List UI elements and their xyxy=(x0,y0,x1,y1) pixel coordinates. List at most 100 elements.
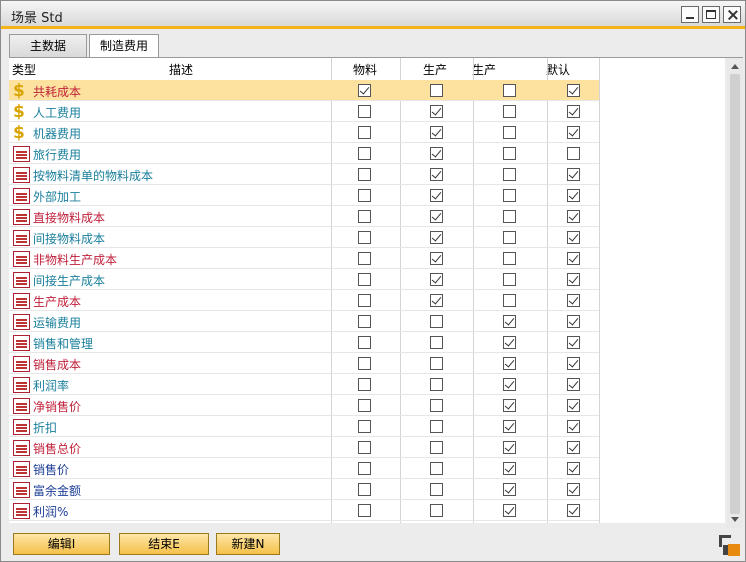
checkbox[interactable] xyxy=(430,84,443,97)
checkbox[interactable] xyxy=(358,504,371,517)
row-label[interactable]: 生产成本 xyxy=(33,293,81,310)
row-label[interactable]: 间接物料成本 xyxy=(33,230,105,247)
table-row[interactable]: 利润率 xyxy=(9,374,599,395)
row-label[interactable]: 销售价 xyxy=(33,461,69,478)
checkbox[interactable] xyxy=(503,420,516,433)
checkbox[interactable] xyxy=(358,273,371,286)
checkbox[interactable] xyxy=(503,168,516,181)
checkbox[interactable] xyxy=(358,336,371,349)
checkbox[interactable] xyxy=(358,378,371,391)
checkbox[interactable] xyxy=(567,210,580,223)
checkbox[interactable] xyxy=(358,105,371,118)
checkbox[interactable] xyxy=(358,147,371,160)
tab-master-data[interactable]: 主数据 xyxy=(9,34,87,58)
checkbox[interactable] xyxy=(358,441,371,454)
checkbox[interactable] xyxy=(503,252,516,265)
checkbox[interactable] xyxy=(358,357,371,370)
checkbox[interactable] xyxy=(430,126,443,139)
table-row[interactable]: 外部加工 xyxy=(9,185,599,206)
checkbox[interactable] xyxy=(503,441,516,454)
checkbox[interactable] xyxy=(358,84,371,97)
new-button[interactable]: 新建N xyxy=(216,533,280,555)
checkbox[interactable] xyxy=(358,189,371,202)
checkbox[interactable] xyxy=(567,357,580,370)
row-label[interactable]: 销售总价 xyxy=(33,440,81,457)
row-label[interactable]: 净销售价 xyxy=(33,398,81,415)
checkbox[interactable] xyxy=(430,294,443,307)
row-label[interactable]: 非物料生产成本 xyxy=(33,251,117,268)
checkbox[interactable] xyxy=(358,420,371,433)
checkbox[interactable] xyxy=(567,294,580,307)
checkbox[interactable] xyxy=(358,294,371,307)
row-label[interactable]: 直接物料成本 xyxy=(33,209,105,226)
checkbox[interactable] xyxy=(567,441,580,454)
checkbox[interactable] xyxy=(430,189,443,202)
checkbox[interactable] xyxy=(503,378,516,391)
table-row[interactable]: $ 共耗成本 xyxy=(9,80,599,101)
checkbox[interactable] xyxy=(503,273,516,286)
table-row[interactable]: 非物料生产成本 xyxy=(9,248,599,269)
tab-overhead[interactable]: 制造费用 xyxy=(89,34,159,59)
table-row[interactable]: 直接物料成本 xyxy=(9,206,599,227)
row-label[interactable]: 利润% xyxy=(33,503,68,520)
checkbox[interactable] xyxy=(358,210,371,223)
table-row[interactable]: 销售价 xyxy=(9,458,599,479)
table-row[interactable]: 间接物料成本 xyxy=(9,227,599,248)
checkbox[interactable] xyxy=(430,336,443,349)
checkbox[interactable] xyxy=(567,399,580,412)
table-row[interactable]: 销售总价 xyxy=(9,437,599,458)
checkbox[interactable] xyxy=(503,315,516,328)
table-row[interactable]: 生产成本 xyxy=(9,290,599,311)
checkbox[interactable] xyxy=(503,147,516,160)
checkbox[interactable] xyxy=(567,315,580,328)
row-label[interactable]: 外部加工 xyxy=(33,188,81,205)
checkbox[interactable] xyxy=(430,483,443,496)
checkbox[interactable] xyxy=(567,126,580,139)
row-label[interactable]: 机器费用 xyxy=(33,125,81,142)
table-row[interactable]: 销售和管理 xyxy=(9,332,599,353)
table-row[interactable]: 净销售价 xyxy=(9,395,599,416)
checkbox[interactable] xyxy=(567,252,580,265)
checkbox[interactable] xyxy=(358,126,371,139)
table-row[interactable]: 销售成本 xyxy=(9,353,599,374)
checkbox[interactable] xyxy=(430,462,443,475)
checkbox[interactable] xyxy=(358,252,371,265)
row-label[interactable]: 人工费用 xyxy=(33,104,81,121)
checkbox[interactable] xyxy=(430,504,443,517)
table-row[interactable]: 旅行费用 xyxy=(9,143,599,164)
checkbox[interactable] xyxy=(567,273,580,286)
checkbox[interactable] xyxy=(358,483,371,496)
checkbox[interactable] xyxy=(567,168,580,181)
checkbox[interactable] xyxy=(567,231,580,244)
scroll-up-icon[interactable] xyxy=(731,64,739,69)
scroll-down-icon[interactable] xyxy=(731,517,739,522)
edit-button[interactable]: 编辑I xyxy=(13,533,110,555)
table-row[interactable]: $ 机器费用 xyxy=(9,122,599,143)
table-row[interactable]: 按物料清单的物料成本 xyxy=(9,164,599,185)
checkbox[interactable] xyxy=(567,84,580,97)
checkbox[interactable] xyxy=(430,105,443,118)
checkbox[interactable] xyxy=(567,147,580,160)
vertical-scrollbar[interactable] xyxy=(727,58,743,528)
row-label[interactable]: 利润率 xyxy=(33,377,69,394)
checkbox[interactable] xyxy=(503,189,516,202)
row-label[interactable]: 运输费用 xyxy=(33,314,81,331)
checkbox[interactable] xyxy=(430,252,443,265)
checkbox[interactable] xyxy=(430,210,443,223)
row-label[interactable]: 销售和管理 xyxy=(33,335,93,352)
checkbox[interactable] xyxy=(567,378,580,391)
checkbox[interactable] xyxy=(503,84,516,97)
row-label[interactable]: 富余金额 xyxy=(33,482,81,499)
checkbox[interactable] xyxy=(567,420,580,433)
checkbox[interactable] xyxy=(503,105,516,118)
checkbox[interactable] xyxy=(503,126,516,139)
checkbox[interactable] xyxy=(503,483,516,496)
row-label[interactable]: 旅行费用 xyxy=(33,146,81,163)
checkbox[interactable] xyxy=(503,231,516,244)
checkbox[interactable] xyxy=(567,336,580,349)
checkbox[interactable] xyxy=(430,147,443,160)
app-corner-icon[interactable] xyxy=(719,535,741,557)
table-row[interactable]: 间接生产成本 xyxy=(9,269,599,290)
checkbox[interactable] xyxy=(503,210,516,223)
checkbox[interactable] xyxy=(430,399,443,412)
